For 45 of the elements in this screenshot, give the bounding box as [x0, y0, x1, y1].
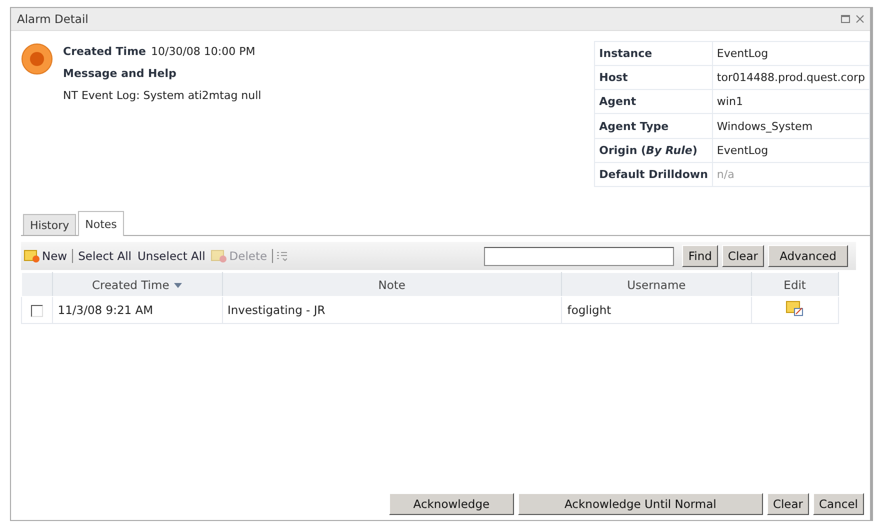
edit-note-icon[interactable]	[786, 301, 804, 316]
toolbar-button[interactable]: New	[23, 249, 68, 263]
note-icon	[211, 249, 228, 263]
created-time-value: 10/30/08 10:00 PM	[151, 45, 256, 58]
column-chooser-icon[interactable]	[277, 251, 288, 261]
property-label: Default Drilldown	[594, 162, 712, 186]
column-header[interactable]: Edit	[751, 272, 838, 296]
toolbar-button[interactable]: Unselect All	[136, 249, 206, 263]
property-label: Origin (By Rule)	[594, 138, 712, 162]
property-label: Agent Type	[594, 114, 712, 138]
property-value: tor014488.prod.quest.corp	[712, 66, 870, 90]
close-icon[interactable]	[856, 15, 864, 23]
row-checkbox[interactable]	[30, 304, 43, 317]
maximize-icon[interactable]	[841, 15, 850, 23]
property-value: win1	[712, 90, 870, 114]
property-value: EventLog	[712, 42, 870, 66]
tab[interactable]: History	[23, 214, 76, 235]
table-cell: Investigating - JR	[222, 296, 562, 324]
message-heading: Message and Help	[63, 67, 176, 80]
property-value: EventLog	[712, 138, 870, 162]
tab[interactable]: Notes	[78, 211, 124, 236]
window-title: Alarm Detail	[17, 12, 90, 26]
column-header[interactable]: Created Time	[52, 272, 222, 296]
column-header[interactable]: Note	[222, 272, 562, 296]
dialog-button[interactable]: Acknowledge Until Normal	[518, 493, 763, 515]
dialog-button[interactable]: Clear	[766, 493, 810, 515]
toolbar-button[interactable]: Select All	[77, 249, 132, 263]
table-cell: 11/3/08 9:21 AM	[52, 296, 222, 324]
property-value: Windows_System	[712, 114, 870, 138]
property-value: n/a	[712, 162, 870, 186]
property-label: Agent	[594, 90, 712, 114]
property-label: Host	[594, 66, 712, 90]
dialog-button[interactable]: Cancel	[813, 493, 864, 515]
alarm-message: NT Event Log: System ati2mtag null	[63, 89, 262, 102]
property-label: Instance	[594, 42, 712, 66]
note-icon	[24, 249, 40, 263]
search-field[interactable]	[484, 246, 674, 266]
search-button[interactable]: Clear	[722, 245, 764, 267]
search-button[interactable]: Find	[682, 245, 718, 267]
table-cell: foglight	[562, 296, 752, 324]
dialog-button[interactable]: Acknowledge	[388, 493, 514, 515]
alarm-status-icon	[21, 43, 53, 75]
search-button[interactable]: Advanced	[768, 245, 848, 267]
created-time-label: Created Time	[63, 45, 146, 58]
column-header[interactable]: Username	[562, 272, 752, 296]
